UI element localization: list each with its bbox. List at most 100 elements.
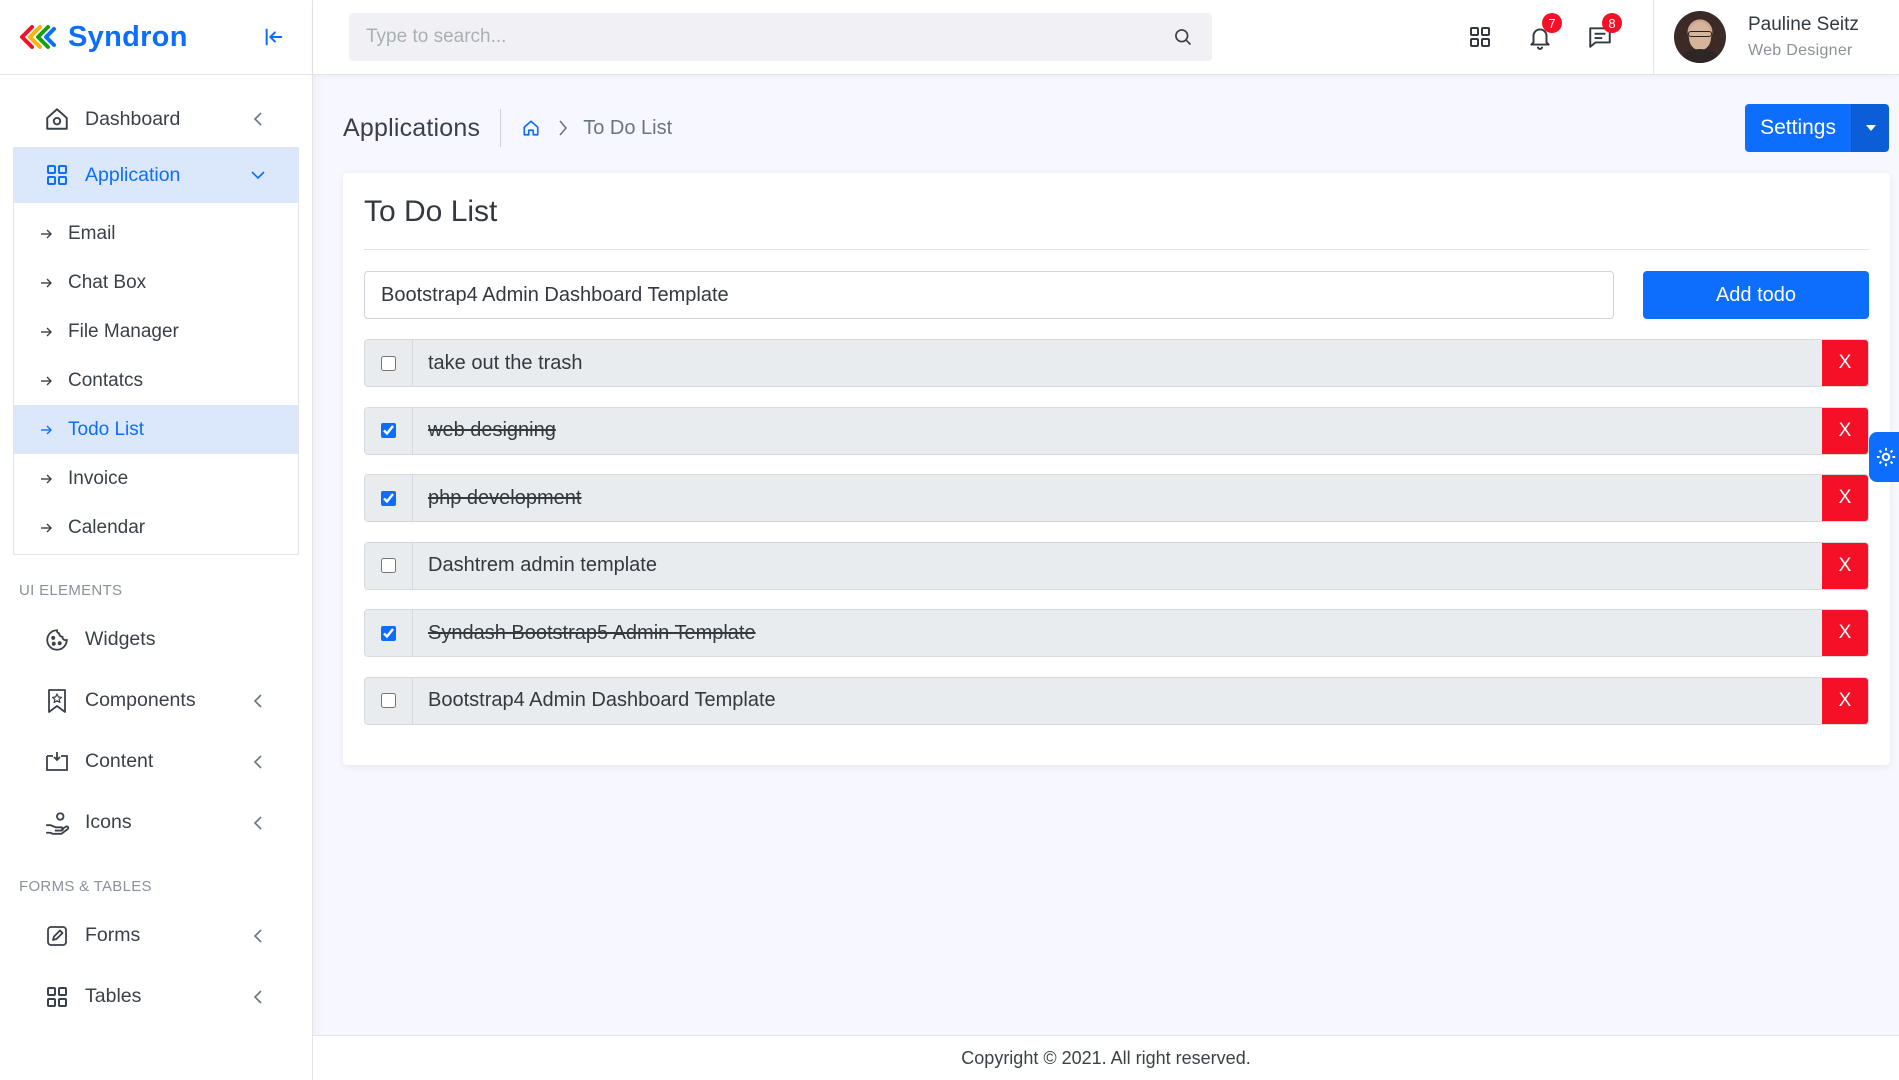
- application-submenu: Email Chat Box File Manager Contatcs Tod…: [13, 203, 299, 555]
- settings-dropdown-toggle[interactable]: [1851, 104, 1889, 152]
- search-bar: [349, 13, 1212, 61]
- bookmark-star-icon: [43, 687, 71, 715]
- chevron-left-icon: [251, 928, 265, 943]
- page-title: Applications: [343, 109, 502, 147]
- todo-checkbox-wrapper: [365, 677, 413, 724]
- sidebar-item-icons[interactable]: Icons: [13, 792, 299, 853]
- todo-text: php development: [413, 475, 1822, 521]
- sidebar-item-label: Forms: [85, 924, 141, 946]
- messages-badge: 8: [1602, 13, 1622, 33]
- arrow-right-icon: [40, 376, 54, 386]
- todo-item: take out the trash X: [364, 339, 1869, 387]
- submenu-item-calendar[interactable]: Calendar: [14, 503, 298, 552]
- todo-checkbox[interactable]: [381, 490, 396, 506]
- chevron-right-icon: [553, 118, 573, 138]
- grid-icon: [43, 161, 71, 189]
- submenu-item-email[interactable]: Email: [14, 209, 298, 258]
- topbar: 7 8 Pauline Seitz Web Designer: [313, 0, 1899, 75]
- todo-item: Dashtrem admin template X: [364, 541, 1869, 590]
- todo-text: Dashtrem admin template: [413, 542, 1822, 589]
- submenu-item-chat-box[interactable]: Chat Box: [14, 258, 298, 307]
- chevron-down-icon: [251, 168, 265, 182]
- todo-item: Syndash Bootstrap5 Admin Template X: [364, 609, 1869, 657]
- search-icon[interactable]: [1171, 25, 1195, 49]
- submenu-item-label: File Manager: [68, 320, 179, 342]
- delete-todo-button[interactable]: X: [1822, 407, 1868, 454]
- submenu-item-invoice[interactable]: Invoice: [14, 454, 298, 503]
- page-header: Applications To Do List Settings: [343, 104, 1889, 152]
- submenu-item-label: Todo List: [68, 418, 145, 440]
- todo-text: take out the trash: [413, 340, 1822, 386]
- sidebar-item-label: Widgets: [85, 628, 156, 650]
- sidebar-item-dashboard[interactable]: Dashboard: [13, 91, 299, 147]
- sidebar: Syndron Dashboard Application Email Chat…: [0, 0, 313, 1080]
- todo-item: web designing X: [364, 406, 1869, 455]
- sidebar-item-label: Application: [85, 163, 181, 186]
- todo-checkbox-wrapper: [365, 340, 413, 386]
- todo-checkbox[interactable]: [381, 423, 396, 438]
- submenu-item-label: Email: [68, 222, 116, 244]
- arrow-right-icon: [40, 425, 54, 435]
- delete-todo-button[interactable]: X: [1822, 340, 1868, 386]
- todo-checkbox-wrapper: [365, 542, 413, 589]
- todo-checkbox[interactable]: [381, 693, 396, 708]
- messages-button[interactable]: 8: [1583, 13, 1622, 54]
- search-input[interactable]: [366, 26, 1171, 48]
- todo-checkbox[interactable]: [381, 355, 396, 371]
- content-box-icon: [43, 748, 71, 776]
- sidebar-item-label: Icons: [85, 811, 132, 833]
- todo-card: To Do List Add todo take out the trash X…: [343, 173, 1890, 765]
- todo-list: take out the trash X web designing X php…: [364, 339, 1869, 744]
- apps-grid-icon[interactable]: [1463, 20, 1497, 54]
- cookie-icon: [43, 626, 71, 654]
- submenu-item-contacts[interactable]: Contatcs: [14, 356, 298, 405]
- sidebar-item-label: Components: [85, 689, 196, 711]
- sidebar-item-tables[interactable]: Tables: [13, 966, 299, 1027]
- delete-todo-button[interactable]: X: [1822, 610, 1868, 656]
- todo-checkbox[interactable]: [381, 625, 396, 641]
- brand-header: Syndron: [0, 0, 312, 75]
- delete-todo-button[interactable]: X: [1822, 542, 1868, 589]
- chevron-left-icon: [251, 754, 265, 769]
- user-role: Web Designer: [1748, 42, 1853, 59]
- chevron-left-icon: [251, 989, 265, 1004]
- home-breadcrumb-icon[interactable]: [521, 118, 541, 138]
- sidebar-item-application[interactable]: Application: [13, 147, 299, 203]
- settings-button[interactable]: Settings: [1745, 104, 1851, 152]
- delete-todo-button[interactable]: X: [1822, 677, 1868, 724]
- delete-todo-button[interactable]: X: [1822, 475, 1868, 521]
- sidebar-item-content[interactable]: Content: [13, 731, 299, 792]
- breadcrumb-current: To Do List: [583, 116, 673, 139]
- user-name: Pauline Seitz: [1748, 14, 1859, 35]
- submenu-item-todo-list[interactable]: Todo List: [14, 405, 298, 454]
- sidebar-collapse-icon[interactable]: [262, 25, 286, 49]
- add-todo-button[interactable]: Add todo: [1643, 271, 1869, 319]
- card-title: To Do List: [364, 195, 498, 228]
- arrow-right-icon: [40, 229, 54, 239]
- submenu-item-file-manager[interactable]: File Manager: [14, 307, 298, 356]
- home-icon: [43, 105, 71, 133]
- sidebar-menu: Dashboard Application Email Chat Box Fil…: [0, 75, 312, 1027]
- submenu-item-label: Chat Box: [68, 271, 147, 293]
- breadcrumb: To Do List: [521, 117, 672, 140]
- sidebar-item-components[interactable]: Components: [13, 670, 299, 731]
- section-label-ui-elements: UI ELEMENTS: [19, 582, 123, 599]
- todo-text: Syndash Bootstrap5 Admin Template: [413, 610, 1822, 656]
- todo-text: web designing: [413, 407, 1822, 454]
- submenu-item-label: Invoice: [68, 467, 129, 489]
- brand-name: Syndron: [68, 20, 188, 53]
- todo-item: php development X: [364, 474, 1869, 522]
- theme-switcher-button[interactable]: [1869, 432, 1899, 482]
- syndron-logo-icon: [18, 24, 56, 50]
- user-profile-menu[interactable]: Pauline Seitz Web Designer: [1653, 0, 1899, 74]
- new-todo-input[interactable]: [364, 271, 1614, 319]
- arrow-right-icon: [40, 327, 54, 337]
- arrow-right-icon: [40, 474, 54, 484]
- sidebar-item-widgets[interactable]: Widgets: [13, 609, 299, 670]
- sidebar-item-forms[interactable]: Forms: [13, 905, 299, 966]
- notifications-button[interactable]: 7: [1523, 13, 1562, 54]
- todo-checkbox[interactable]: [381, 558, 396, 573]
- todo-checkbox-wrapper: [365, 407, 413, 454]
- arrow-right-icon: [40, 523, 54, 533]
- settings-button-group: Settings: [1745, 104, 1889, 152]
